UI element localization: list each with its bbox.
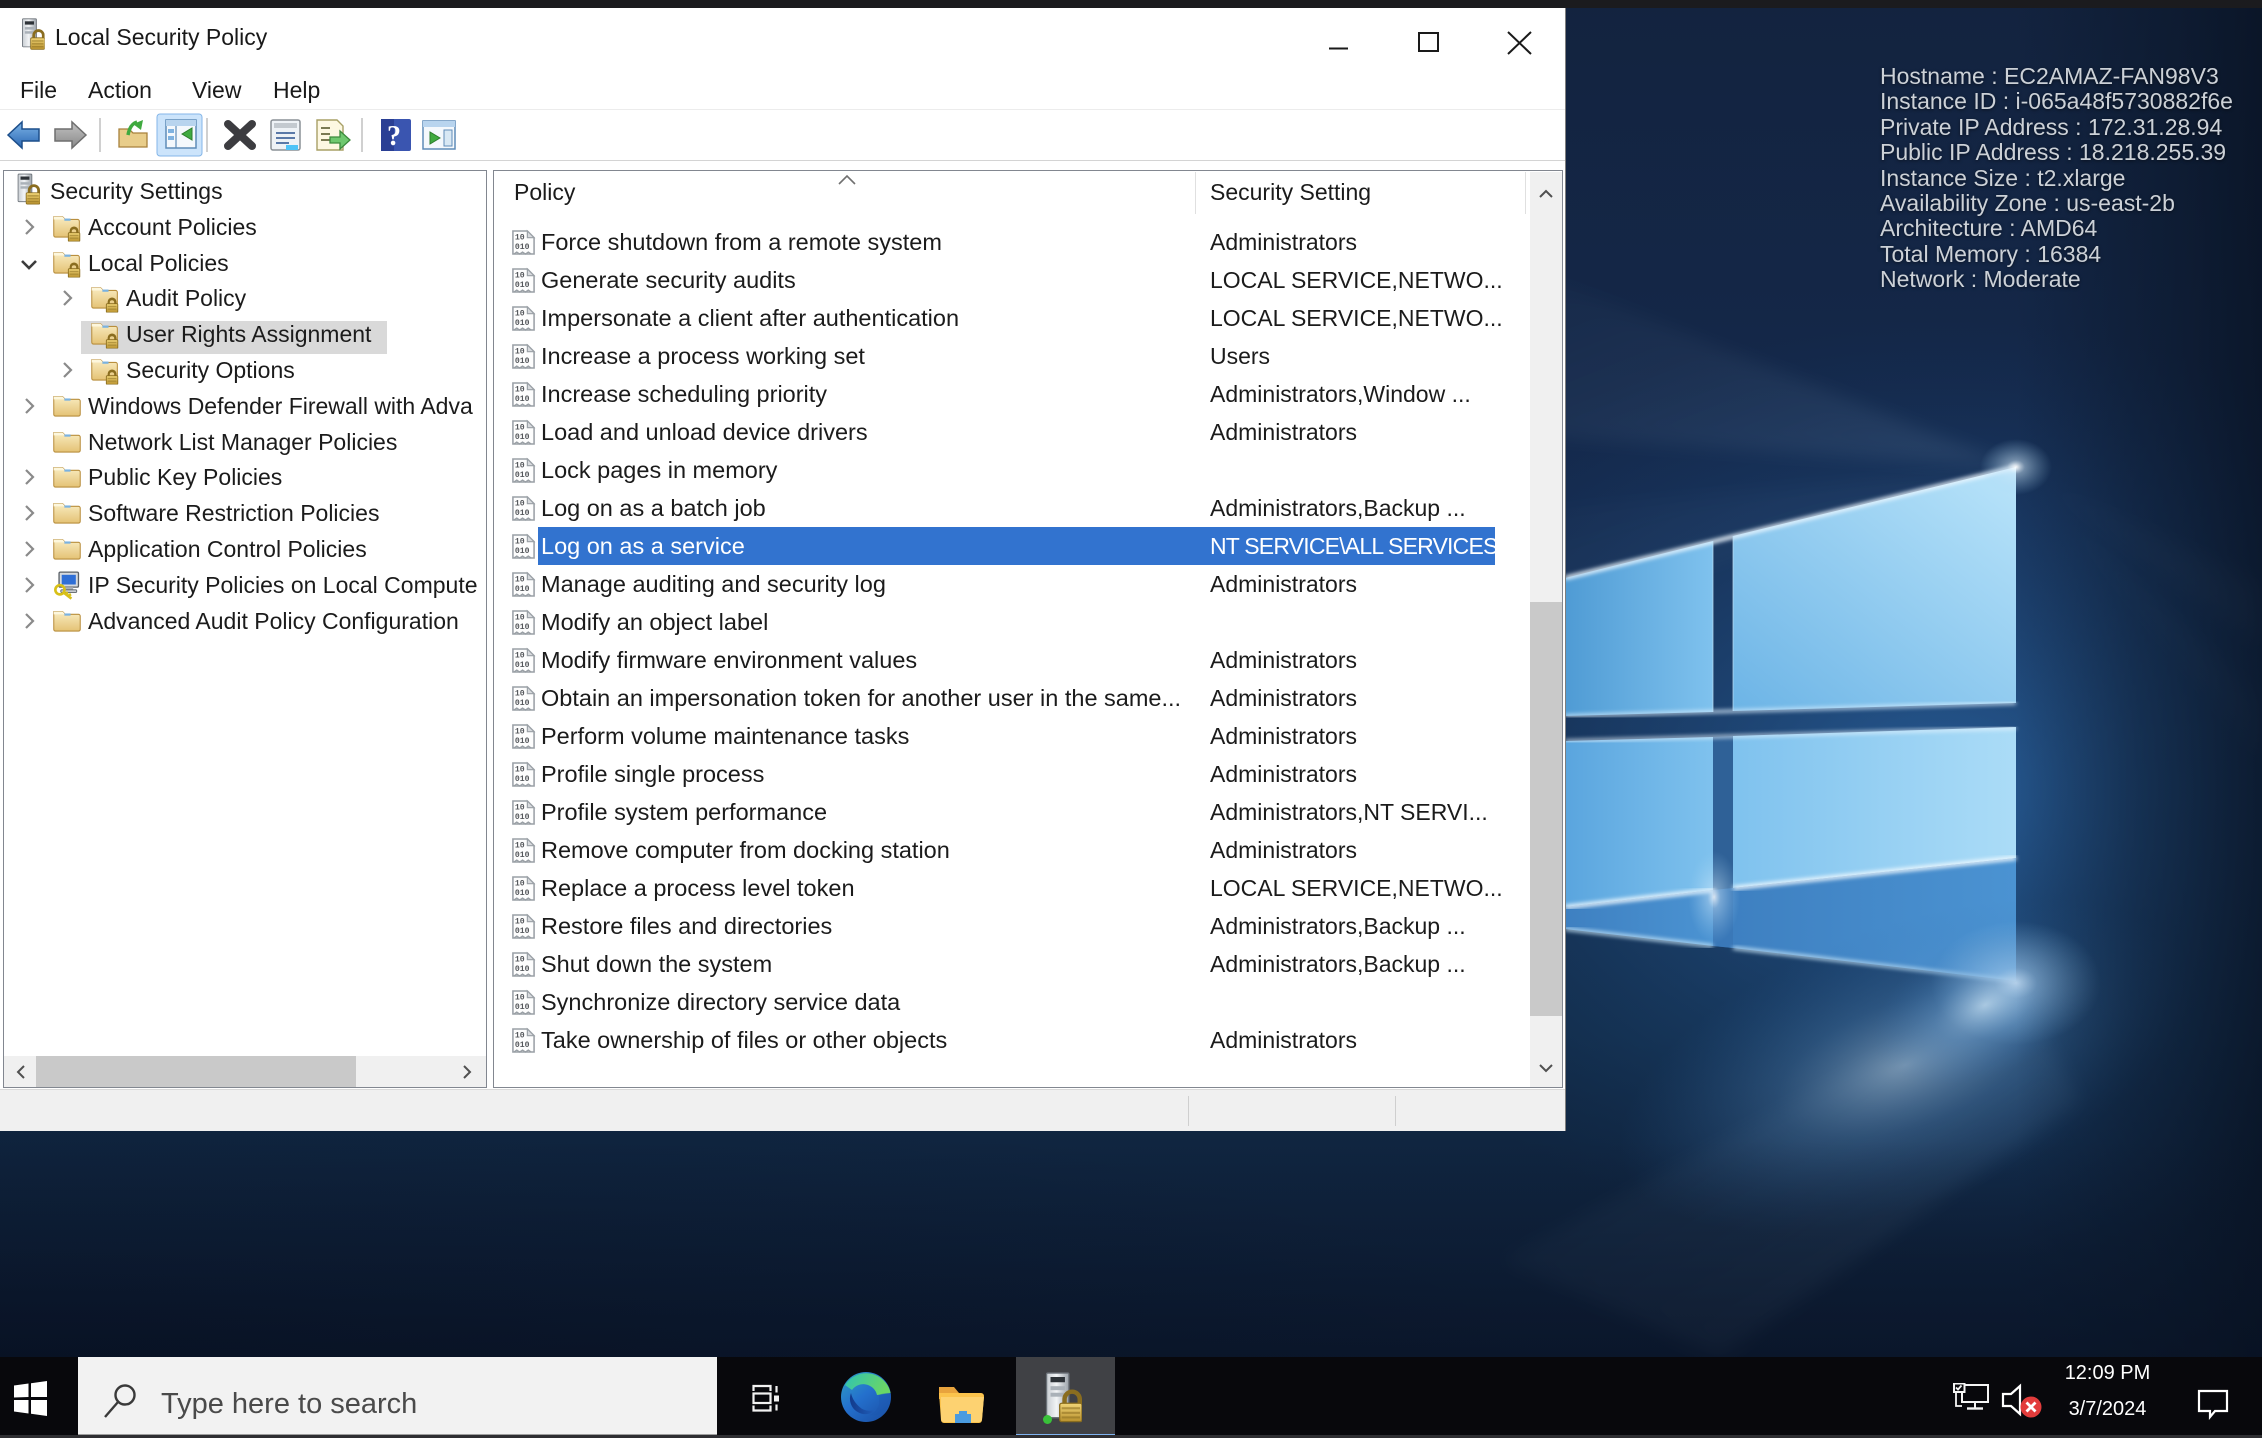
svg-text:?: ? — [387, 121, 401, 152]
